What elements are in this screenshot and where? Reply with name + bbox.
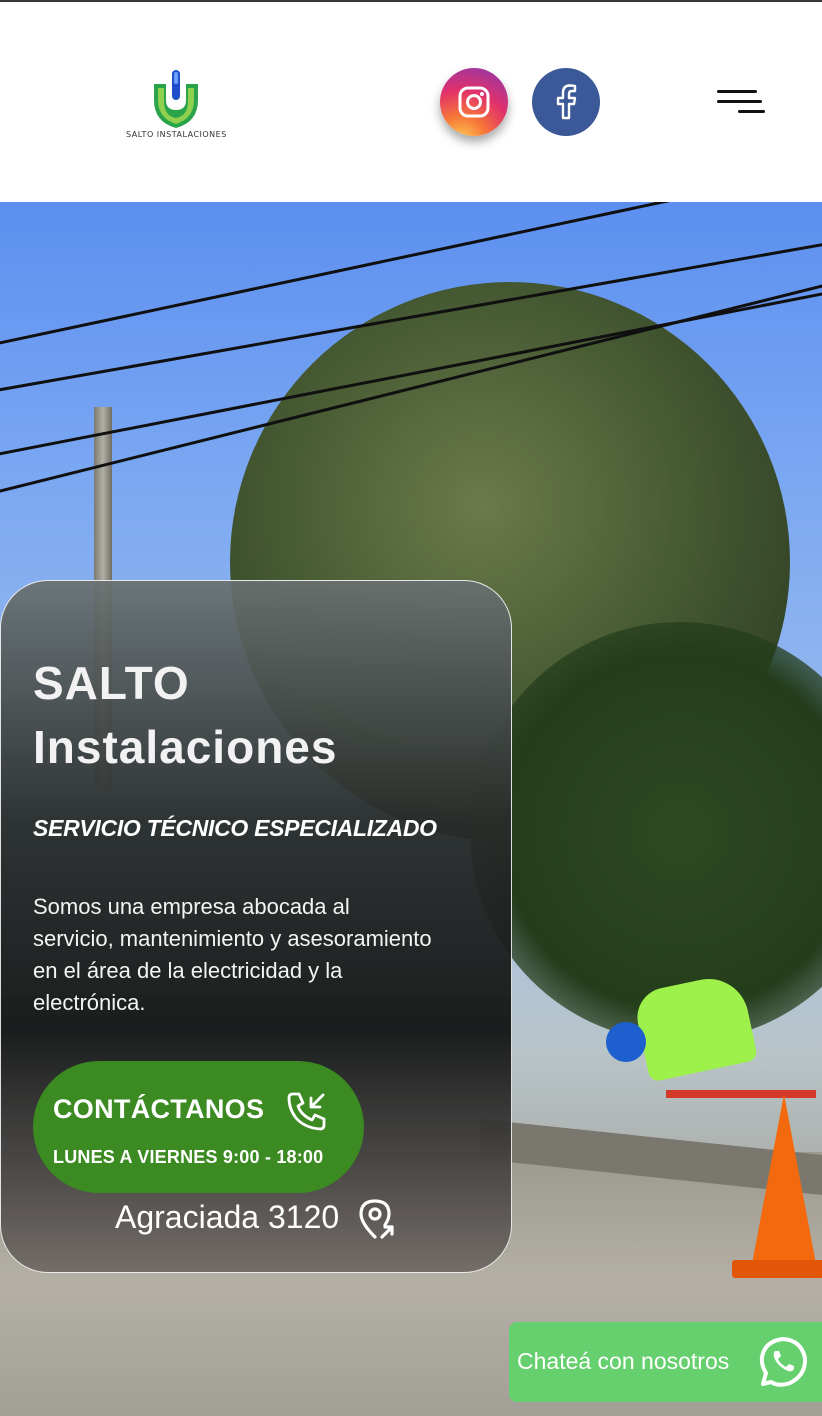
site-header: SALTO INSTALACIONES [0, 2, 822, 202]
hero-subtitle: SERVICIO TÉCNICO ESPECIALIZADO [33, 815, 437, 841]
hamburger-menu-icon[interactable] [712, 86, 768, 122]
hero-description: Somos una empresa abocada al servicio, m… [33, 894, 432, 1015]
worker-helmet [606, 1022, 646, 1062]
address-text[interactable]: Agraciada 3120 [115, 1199, 339, 1236]
hero-card: SALTO Instalaciones SERVICIO TÉCNICO ESP… [0, 580, 512, 1273]
hero-section: SALTO Instalaciones SERVICIO TÉCNICO ESP… [0, 202, 822, 1416]
map-pin-icon[interactable] [355, 1197, 397, 1241]
phone-incoming-icon [287, 1092, 326, 1131]
logo-text: SALTO INSTALACIONES [126, 130, 227, 139]
whatsapp-chat-button[interactable]: Chateá con nosotros [509, 1322, 822, 1402]
instagram-button[interactable] [440, 68, 508, 136]
contact-hours: LUNES A VIERNES 9:00 - 18:00 [53, 1147, 324, 1167]
facebook-button[interactable] [532, 68, 600, 136]
traffic-cone-base [732, 1260, 822, 1278]
page-title: SALTO Instalaciones [33, 657, 338, 773]
shield-plug-logo-icon [154, 70, 198, 128]
logo[interactable]: SALTO INSTALACIONES [126, 70, 226, 142]
chat-label: Chateá con nosotros [517, 1348, 730, 1374]
contact-button[interactable]: CONTÁCTANOS LUNES A VIERNES 9:00 - 18:00 [33, 1061, 364, 1193]
facebook-icon [556, 84, 577, 120]
contact-button-label: CONTÁCTANOS [53, 1094, 265, 1124]
traffic-cone [752, 1094, 816, 1264]
whatsapp-icon [759, 1337, 808, 1387]
instagram-icon [458, 86, 490, 118]
